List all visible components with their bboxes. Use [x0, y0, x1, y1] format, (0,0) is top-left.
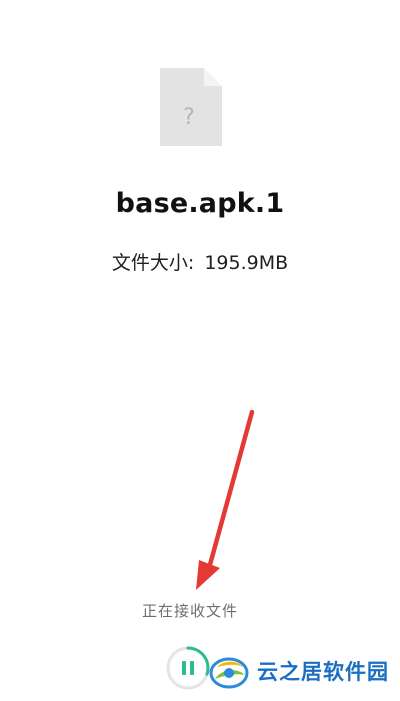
file-size-value: 195.9MB	[204, 252, 289, 274]
file-name: base.apk.1	[115, 188, 285, 219]
file-receive-screen: ? base.apk.1 文件大小: 195.9MB 正在接收文件 云之居软件园	[0, 0, 400, 701]
yunzhiju-logo	[209, 657, 249, 689]
pause-icon	[182, 661, 194, 675]
file-size-label: 文件大小:	[111, 252, 195, 274]
watermark: 云之居软件园	[207, 648, 389, 694]
unknown-file-icon: ?	[160, 68, 222, 146]
arrow-head	[196, 560, 220, 590]
progress-ring	[166, 646, 210, 690]
watermark-text: 云之居软件园	[257, 659, 389, 684]
question-mark-glyph: ?	[183, 105, 195, 130]
arrow-shaft	[205, 409, 255, 575]
pause-button[interactable]	[165, 645, 211, 691]
file-size: 文件大小: 195.9MB	[0, 248, 400, 275]
transfer-status-text: 正在接收文件	[141, 602, 238, 620]
